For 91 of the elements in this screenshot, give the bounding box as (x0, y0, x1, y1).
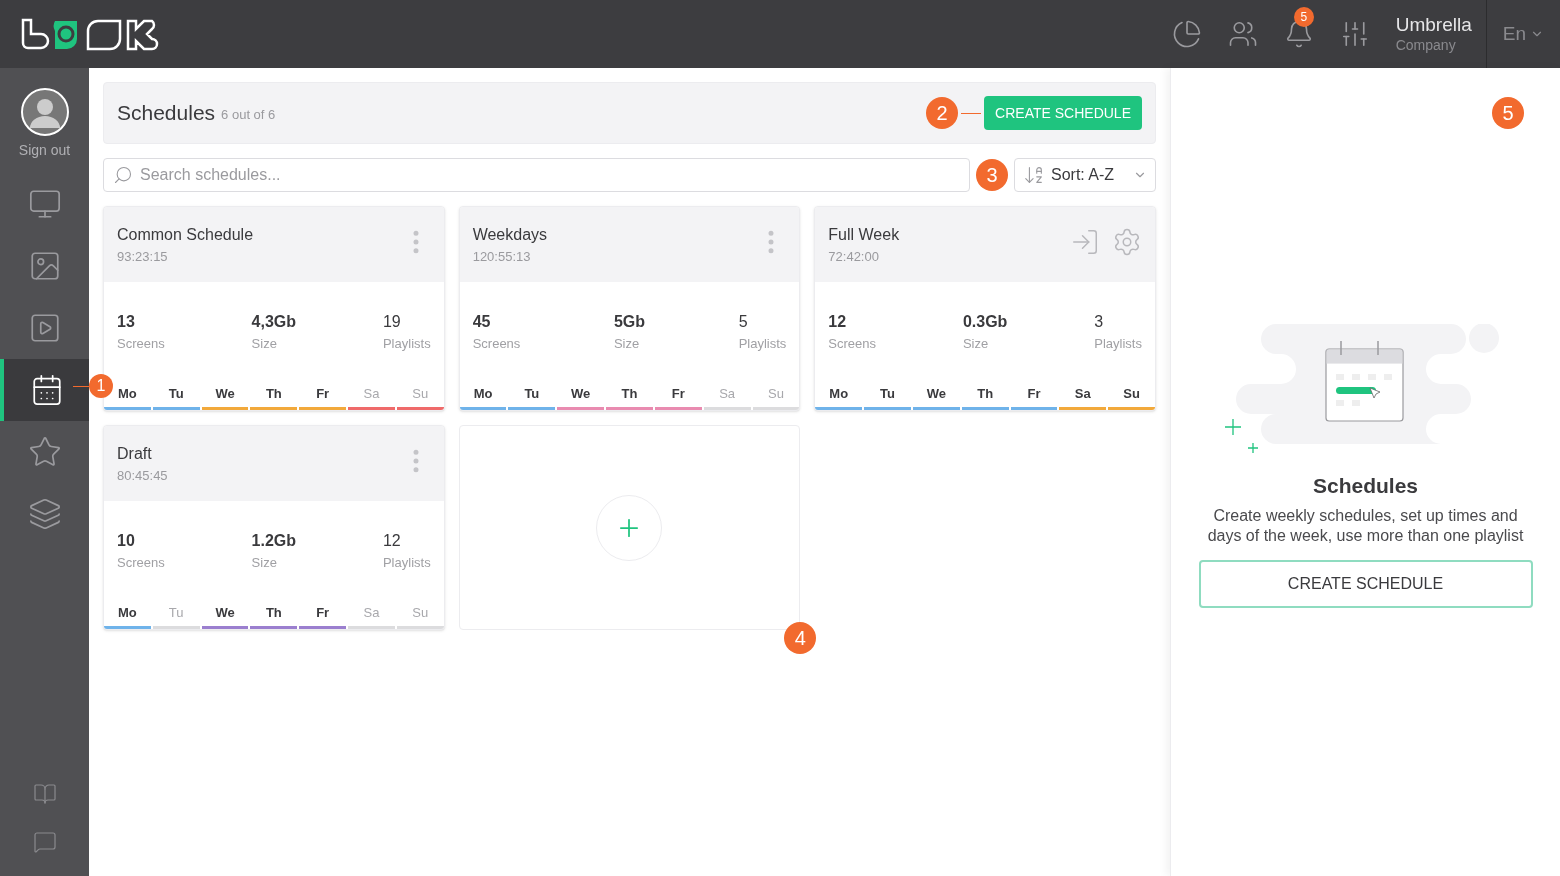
star-icon (27, 435, 62, 469)
book-icon (32, 782, 57, 806)
stat-label: Screens (117, 554, 165, 572)
stat-value: 19 (382, 312, 402, 332)
schedule-count: 6 out of 6 (221, 106, 276, 125)
day-indicator: Th (250, 383, 298, 410)
day-indicator: Mo (815, 383, 863, 410)
day-indicator: Mo (104, 602, 151, 629)
day-indicator: Sa (703, 383, 751, 410)
day-indicator: Tu (152, 602, 200, 629)
stat-value: 4,3Gb (251, 312, 297, 332)
stat-label: Size (251, 554, 278, 572)
settings-icon[interactable] (1112, 227, 1142, 257)
day-indicator: Sa (1059, 383, 1107, 410)
screens-icon (27, 187, 62, 221)
day-indicator: Su (396, 602, 444, 629)
schedule-duration: 93:23:15 (117, 248, 169, 266)
schedule-duration: 80:45:45 (117, 467, 168, 485)
callout-number: 5 (1492, 97, 1524, 129)
chat-icon (32, 830, 57, 854)
day-indicator: Su (1108, 383, 1155, 410)
day-indicator: Su (396, 383, 444, 410)
day-indicator: Sa (348, 602, 395, 629)
day-indicator: Th (961, 383, 1009, 410)
panel-title: Schedules (1312, 473, 1418, 499)
stat-value: 45 (472, 312, 492, 332)
stat-label: Screens (472, 335, 521, 353)
layers-icon (27, 497, 62, 531)
stat-label: Playlists (1094, 335, 1142, 353)
day-indicator: Su (752, 383, 800, 410)
schedule-name: Weekdays (472, 225, 548, 245)
day-indicator: Tu (152, 383, 200, 410)
day-indicator: We (912, 383, 960, 410)
stat-value: 1.2Gb (251, 531, 297, 551)
day-indicator: Mo (459, 383, 507, 410)
day-indicator: Sa (348, 383, 395, 410)
sort-dropdown[interactable]: Sort: A-Z (1014, 158, 1156, 192)
stat-value: 10 (117, 531, 136, 551)
callout-number: 3 (976, 159, 1008, 191)
day-indicator: Th (606, 383, 653, 410)
account-company: Company (1395, 37, 1457, 55)
stat-value: 3 (1094, 312, 1105, 332)
search-icon (113, 165, 133, 185)
schedule-name: Draft (117, 444, 153, 464)
page-title: Schedules (117, 100, 216, 127)
day-indicator: Fr (654, 383, 702, 410)
stat-label: Playlists (382, 554, 431, 572)
schedule-card[interactable]: Weekdays 120:55:13 45 Screens 5Gb Size 5 Playlists Mo Tu We Th Fr Sa Su (458, 206, 801, 411)
avatar[interactable] (20, 88, 69, 136)
sign-out-link[interactable]: Sign out (18, 140, 71, 161)
stat-value: 0.3Gb (962, 312, 1008, 332)
statistics-icon[interactable] (1171, 19, 1202, 49)
callout-number: 4 (784, 622, 817, 654)
day-indicator: We (557, 383, 605, 410)
account-name[interactable]: Umbrella (1395, 13, 1472, 38)
create-schedule-button[interactable]: CREATE SCHEDULE (1198, 559, 1533, 608)
day-indicator: Fr (299, 602, 347, 629)
stat-value: 5 (738, 312, 749, 332)
day-indicator: Fr (299, 383, 347, 410)
stat-label: Playlists (738, 335, 787, 353)
day-indicator: Th (250, 602, 298, 629)
stat-label: Size (613, 335, 641, 353)
day-indicator: Tu (864, 383, 911, 410)
stat-label: Size (251, 335, 278, 353)
stat-value: 13 (117, 312, 136, 332)
stat-value: 12 (382, 531, 402, 551)
day-indicator: Fr (1010, 383, 1058, 410)
stat-value: 12 (828, 312, 848, 332)
day-indicator: We (201, 383, 249, 410)
sort-icon (1023, 164, 1045, 186)
schedule-card[interactable]: Full Week 72:42:00 12 Screens 0.3Gb Size 3 Playlists Mo Tu We Th Fr Sa Su (814, 206, 1156, 411)
stat-label: Playlists (382, 335, 431, 353)
stat-label: Size (962, 335, 990, 353)
assign-icon[interactable] (1070, 227, 1100, 257)
sidebar-item[interactable] (0, 359, 89, 421)
day-indicator: We (201, 602, 249, 629)
schedule-card[interactable]: Draft 80:45:45 10 Screens 1.2Gb Size 12 Playlists Mo Tu We Th Fr Sa Su (103, 425, 445, 630)
callout-number: 2 (926, 97, 959, 129)
users-icon[interactable] (1227, 19, 1258, 49)
schedule-name: Common Schedule (117, 225, 254, 245)
callout-number: 1 (89, 374, 113, 398)
schedule-duration: 120:55:13 (472, 248, 532, 266)
stat-value: 5Gb (613, 312, 646, 332)
notification-badge: 5 (1293, 7, 1314, 27)
panel-description: Create weekly schedules, set up times and days of the week, use more than one playlist (1206, 505, 1525, 546)
stat-label: Screens (117, 335, 165, 353)
schedule-name: Full Week (828, 225, 900, 245)
day-indicator: Tu (508, 383, 556, 410)
search-field[interactable]: Search schedules... (103, 158, 970, 192)
stat-label: Screens (828, 335, 877, 353)
schedule-duration: 72:42:00 (828, 248, 880, 266)
